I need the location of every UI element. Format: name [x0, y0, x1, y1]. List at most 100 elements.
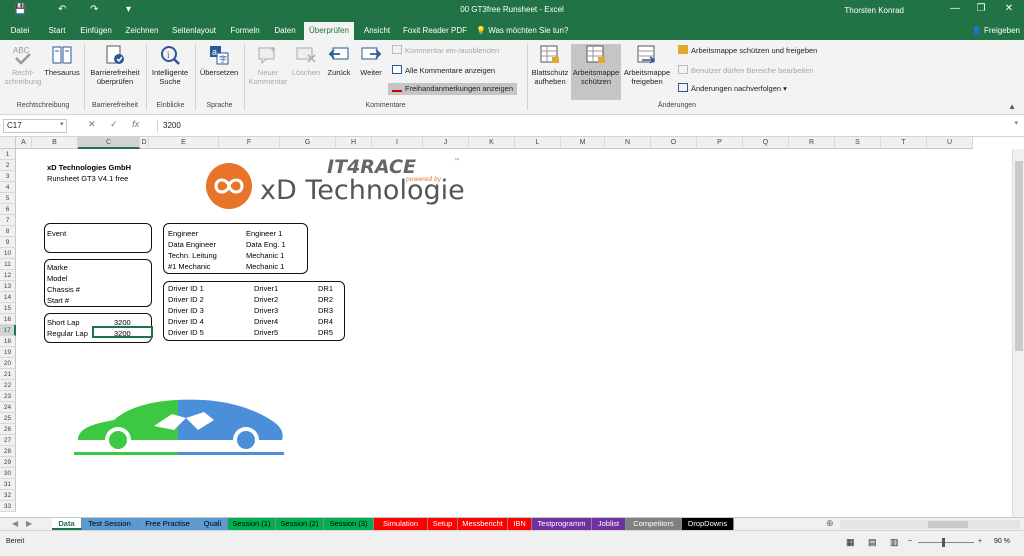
column-header[interactable]: J	[423, 137, 469, 149]
driver-name[interactable]: Driver5	[254, 327, 278, 338]
worksheet-grid[interactable]: ABCDEFGHIJKLMNOPQRSTU 1 2 3 4 5 6 7 8 9 10 11 12 13 1…	[0, 137, 1024, 517]
column-header[interactable]: S	[835, 137, 881, 149]
sheet-tab[interactable]: Data	[52, 518, 82, 530]
driver-code[interactable]: DR3	[318, 305, 333, 316]
smart-lookup-button[interactable]: i Intelligente Suche	[148, 44, 192, 86]
show-all-comments-button[interactable]: Alle Kommentare anzeigen	[392, 65, 495, 77]
column-header[interactable]: B	[32, 137, 78, 149]
row-header[interactable]: 25	[0, 413, 16, 424]
driver-code[interactable]: DR1	[318, 283, 333, 294]
row-header[interactable]: 20	[0, 358, 16, 369]
row-header[interactable]: 7	[0, 215, 16, 226]
tab-foxit[interactable]: Foxit Reader PDF	[398, 22, 472, 40]
tab-review[interactable]: Überprüfen	[304, 22, 354, 40]
row-header[interactable]: 19	[0, 347, 16, 358]
row-header[interactable]: 28	[0, 446, 16, 457]
new-comment-button[interactable]: + Neuer Kommentar	[248, 44, 288, 86]
insert-function-icon[interactable]: fx	[132, 119, 139, 129]
new-sheet-button[interactable]: ⊕	[826, 518, 834, 529]
row-header[interactable]: 16	[0, 314, 16, 325]
column-header[interactable]: I	[372, 137, 423, 149]
sheet-tab[interactable]: Test Session	[82, 518, 138, 530]
row-header[interactable]: 9	[0, 237, 16, 248]
row-header[interactable]: 13	[0, 281, 16, 292]
tab-view[interactable]: Ansicht	[358, 22, 396, 40]
tell-me-search[interactable]: 💡 Was möchten Sie tun?	[476, 22, 568, 40]
column-header[interactable]: H	[336, 137, 372, 149]
share-button[interactable]: 👤 Freigeben	[972, 22, 1020, 40]
scroll-tabs-right-icon[interactable]: ▶	[26, 519, 32, 528]
row-header[interactable]: 32	[0, 490, 16, 501]
row-header[interactable]: 21	[0, 369, 16, 380]
row-header[interactable]: 12	[0, 270, 16, 281]
select-all-corner[interactable]	[0, 137, 16, 149]
sheet-tab[interactable]: Simulation	[374, 518, 428, 530]
confirm-icon[interactable]: ✓	[110, 119, 118, 129]
column-header[interactable]: P	[697, 137, 743, 149]
normal-view-icon[interactable]: ▦	[846, 537, 855, 548]
track-changes-button[interactable]: Änderungen nachverfolgen ▾	[678, 83, 787, 95]
row-header[interactable]: 33	[0, 501, 16, 512]
driver-name[interactable]: Driver1	[254, 283, 278, 294]
thesaurus-button[interactable]: Thesaurus	[44, 44, 80, 77]
row-header[interactable]: 18	[0, 336, 16, 347]
page-layout-view-icon[interactable]: ▤	[868, 537, 877, 548]
row-header[interactable]: 17	[0, 325, 16, 336]
driver-code[interactable]: DR5	[318, 327, 333, 338]
sheet-tab[interactable]: Testprogramm	[532, 518, 592, 530]
expand-formula-bar-icon[interactable]: ▾	[1014, 119, 1018, 127]
driver-name[interactable]: Driver2	[254, 294, 278, 305]
zoom-in-button[interactable]: +	[978, 538, 982, 545]
share-workbook-button[interactable]: Arbeitsmappe freigeben	[622, 44, 672, 86]
row-header[interactable]: 5	[0, 193, 16, 204]
staff-name[interactable]: Mechanic 1	[246, 261, 284, 272]
next-comment-button[interactable]: Weiter	[356, 44, 386, 77]
name-box[interactable]: C17	[3, 119, 67, 133]
sheet-tab[interactable]: Free Practise	[138, 518, 198, 530]
row-header[interactable]: 8	[0, 226, 16, 237]
scroll-tabs-left-icon[interactable]: ◀	[12, 519, 18, 528]
zoom-slider-track[interactable]	[918, 542, 974, 543]
page-break-view-icon[interactable]: ▥	[890, 537, 899, 548]
row-header[interactable]: 24	[0, 402, 16, 413]
cancel-icon[interactable]: ✕	[88, 119, 96, 129]
sheet-tab[interactable]: Competitors	[626, 518, 682, 530]
row-header[interactable]: 26	[0, 424, 16, 435]
spelling-button[interactable]: ABC Recht- schreibung	[4, 44, 42, 86]
sheet-tab[interactable]: DropDowns	[682, 518, 734, 530]
sheet-tab[interactable]: Setup	[428, 518, 458, 530]
formula-input[interactable]: 3200	[157, 119, 1015, 133]
driver-name[interactable]: Driver3	[254, 305, 278, 316]
column-header[interactable]: Q	[743, 137, 789, 149]
row-header[interactable]: 4	[0, 182, 16, 193]
row-header[interactable]: 3	[0, 171, 16, 182]
show-hide-comment-button[interactable]: Kommentar ein-/ausblenden	[392, 45, 499, 57]
horizontal-scrollbar[interactable]	[840, 520, 1020, 529]
restore-button[interactable]: ❐	[968, 3, 994, 14]
driver-name[interactable]: Driver4	[254, 316, 278, 327]
unprotect-sheet-button[interactable]: Blattschutz aufheben	[530, 44, 570, 86]
protect-and-share-button[interactable]: Arbeitsmappe schützen und freigeben	[678, 45, 817, 57]
column-header[interactable]: F	[219, 137, 280, 149]
row-header[interactable]: 31	[0, 479, 16, 490]
show-ink-button[interactable]: Freihandanmerkungen anzeigen	[388, 83, 517, 95]
row-header[interactable]: 30	[0, 468, 16, 479]
column-header[interactable]: G	[280, 137, 336, 149]
row-header[interactable]: 1	[0, 149, 16, 160]
row-header[interactable]: 11	[0, 259, 16, 270]
row-header[interactable]: 15	[0, 303, 16, 314]
name-box-dropdown-icon[interactable]: ▾	[60, 120, 64, 128]
tab-page-layout[interactable]: Seitenlayout	[166, 22, 222, 40]
column-header[interactable]: N	[605, 137, 651, 149]
close-button[interactable]: ✕	[996, 3, 1022, 14]
sheet-tab[interactable]: Session (2)	[276, 518, 324, 530]
vertical-scrollbar[interactable]	[1012, 149, 1024, 517]
column-header[interactable]: A	[16, 137, 32, 149]
tab-insert[interactable]: Einfügen	[76, 22, 116, 40]
row-header[interactable]: 29	[0, 457, 16, 468]
row-header[interactable]: 2	[0, 160, 16, 171]
column-header[interactable]: D	[140, 137, 149, 149]
sheet-tab[interactable]: Session (1)	[228, 518, 276, 530]
delete-comment-button[interactable]: Löschen	[290, 44, 322, 77]
row-header[interactable]: 23	[0, 391, 16, 402]
